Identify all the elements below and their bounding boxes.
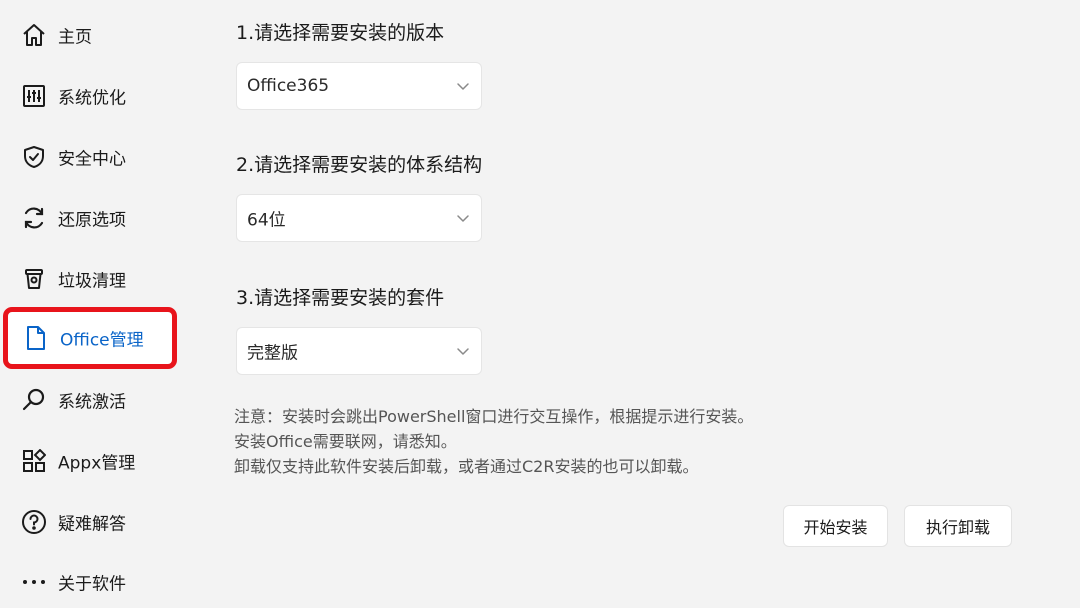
sidebar-item-label: 疑难解答 [58,514,126,535]
sidebar-item-appx[interactable]: Appx管理 [8,436,172,486]
sidebar-item-label: 系统激活 [58,392,126,413]
sidebar-item-home[interactable]: 主页 [8,10,172,60]
note-line: 安装Office需要联网，请悉知。 [234,432,457,451]
more-dots-icon [20,568,48,596]
sidebar-item-label: 安全中心 [58,149,126,170]
sidebar-item-label: Appx管理 [58,453,136,474]
architecture-select-value: 64位 [247,210,286,231]
document-icon [22,324,50,352]
sidebar-item-about[interactable]: 关于软件 [8,557,172,607]
sidebar-item-label: 主页 [58,27,92,48]
sidebar-item-label: 垃圾清理 [58,271,126,292]
suite-select-value: 完整版 [247,343,298,364]
note-line: 卸载仅支持此软件安装后卸载，或者通过C2R安装的也可以卸载。 [234,457,699,476]
notes-text: 注意：安装时会跳出PowerShell窗口进行交互操作，根据提示进行安装。 安装… [234,404,753,479]
version-select[interactable]: Office365 [236,62,482,110]
version-select-value: Office365 [247,76,330,96]
shield-icon [20,143,48,171]
search-key-icon [20,386,48,414]
sidebar: 主页 系统优化 安全中心 还原选项 垃圾清理 Office管理 系统激活 App… [0,0,190,608]
refresh-icon [20,204,48,232]
chevron-down-icon [457,348,469,355]
note-line: 注意：安装时会跳出PowerShell窗口进行交互操作，根据提示进行安装。 [234,407,754,426]
sidebar-item-label: 关于软件 [58,574,126,595]
architecture-select[interactable]: 64位 [236,194,482,242]
version-section-title: 1.请选择需要安装的版本 [236,22,445,44]
apps-grid-icon [20,447,48,475]
suite-section-title: 3.请选择需要安装的套件 [236,287,445,309]
sidebar-item-label: Office管理 [60,330,144,351]
sidebar-item-cleanup[interactable]: 垃圾清理 [8,254,172,304]
sidebar-item-office[interactable]: Office管理 [3,307,177,369]
sidebar-item-activation[interactable]: 系统激活 [8,375,172,425]
sidebar-item-label: 还原选项 [58,210,126,231]
sidebar-item-restore[interactable]: 还原选项 [8,193,172,243]
architecture-section-title: 2.请选择需要安装的体系结构 [236,154,483,176]
chevron-down-icon [457,83,469,90]
home-icon [20,21,48,49]
main-content: 1.请选择需要安装的版本 Office365 2.请选择需要安装的体系结构 64… [190,0,1080,608]
uninstall-button[interactable]: 执行卸载 [904,505,1012,547]
install-button[interactable]: 开始安装 [783,505,888,547]
chevron-down-icon [457,215,469,222]
trash-icon [20,265,48,293]
app-window: 主页 系统优化 安全中心 还原选项 垃圾清理 Office管理 系统激活 App… [0,0,1080,608]
sidebar-item-label: 系统优化 [58,88,126,109]
sidebar-item-system-optimize[interactable]: 系统优化 [8,71,172,121]
sliders-icon [20,82,48,110]
help-circle-icon [20,508,48,536]
sidebar-item-security[interactable]: 安全中心 [8,132,172,182]
sidebar-item-troubleshoot[interactable]: 疑难解答 [8,497,172,547]
suite-select[interactable]: 完整版 [236,327,482,375]
